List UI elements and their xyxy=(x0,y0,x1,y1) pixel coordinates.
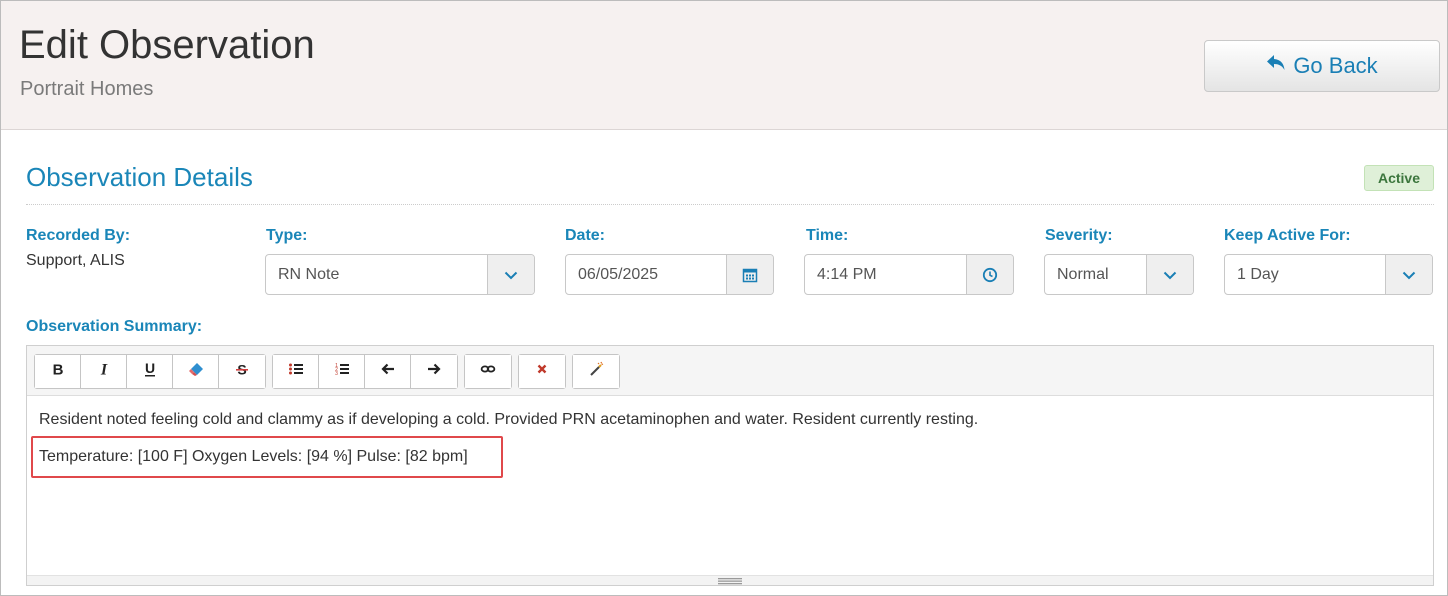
recorded-by-label: Recorded By: xyxy=(26,227,131,244)
editor-toolbar: B I U 1 2 3 xyxy=(27,346,1433,396)
link-icon xyxy=(480,361,496,382)
magic-wand-button[interactable] xyxy=(573,355,619,388)
chevron-down-icon[interactable] xyxy=(1385,255,1432,294)
svg-text:U: U xyxy=(144,361,154,376)
remove-button-group xyxy=(518,354,566,389)
chevron-down-icon[interactable] xyxy=(487,255,534,294)
status-badge: Active xyxy=(1364,165,1434,191)
section-title: Observation Details xyxy=(26,162,253,192)
remove-button[interactable] xyxy=(519,355,565,388)
eraser-icon xyxy=(188,361,204,382)
grip-icon xyxy=(718,572,742,590)
indent-icon xyxy=(426,361,442,382)
severity-select[interactable]: Normal xyxy=(1044,254,1194,295)
bold-button[interactable]: B xyxy=(35,355,81,388)
editor-resize-handle[interactable] xyxy=(27,575,1433,585)
summary-vitals-line: Temperature: [100 F] Oxygen Levels: [94 … xyxy=(39,448,468,465)
date-field-value: 06/05/2025 xyxy=(578,266,659,283)
time-field-value: 4:14 PM xyxy=(817,266,877,283)
indent-button[interactable] xyxy=(411,355,457,388)
bulleted-list-button[interactable] xyxy=(273,355,319,388)
italic-icon: I xyxy=(96,361,112,382)
svg-text:B: B xyxy=(52,362,63,378)
section-divider xyxy=(26,204,1434,205)
clock-icon[interactable] xyxy=(966,255,1013,294)
bold-icon: B xyxy=(50,361,66,382)
outdent-icon xyxy=(380,361,396,382)
date-field[interactable]: 06/05/2025 xyxy=(565,254,774,295)
list-button-group: 123 xyxy=(272,354,458,389)
svg-text:3: 3 xyxy=(335,371,338,377)
numbered-list-button[interactable]: 123 xyxy=(319,355,365,388)
link-button[interactable] xyxy=(465,355,511,388)
reply-arrow-icon xyxy=(1266,53,1286,79)
type-label: Type: xyxy=(266,227,308,244)
type-select-value: RN Note xyxy=(278,266,340,283)
observation-page: Edit Observation Portrait Homes Go Back … xyxy=(0,0,1448,596)
summary-text-line: Resident noted feeling cold and clammy a… xyxy=(39,411,979,428)
page-subtitle: Portrait Homes xyxy=(20,78,154,100)
page-header: Edit Observation Portrait Homes Go Back xyxy=(1,1,1447,130)
underline-icon: U xyxy=(142,360,158,382)
italic-button[interactable]: I xyxy=(81,355,127,388)
type-select[interactable]: RN Note xyxy=(265,254,535,295)
magic-wand-icon xyxy=(588,361,604,382)
numbered-list-icon: 123 xyxy=(334,361,350,382)
severity-select-value: Normal xyxy=(1057,266,1109,283)
time-label: Time: xyxy=(806,227,849,244)
keep-active-select-value: 1 Day xyxy=(1237,266,1279,283)
link-button-group xyxy=(464,354,512,389)
date-label: Date: xyxy=(565,227,606,244)
page-title: Edit Observation xyxy=(19,23,315,67)
underline-button[interactable]: U xyxy=(127,355,173,388)
clear-format-button[interactable] xyxy=(173,355,219,388)
format-button-group: B I U xyxy=(34,354,266,389)
time-field[interactable]: 4:14 PM xyxy=(804,254,1014,295)
keep-active-label: Keep Active For: xyxy=(1224,227,1351,244)
wand-button-group xyxy=(572,354,620,389)
summary-editor[interactable]: B I U 1 2 3 Resident noted feeling cold … xyxy=(26,345,1434,586)
outdent-button[interactable] xyxy=(365,355,411,388)
svg-text:I: I xyxy=(99,362,107,378)
severity-label: Severity: xyxy=(1045,227,1113,244)
go-back-label: Go Back xyxy=(1293,53,1378,78)
keep-active-select[interactable]: 1 Day xyxy=(1224,254,1433,295)
go-back-button[interactable]: Go Back xyxy=(1204,40,1440,92)
bulleted-list-icon xyxy=(288,361,304,382)
strikethrough-button[interactable]: S xyxy=(219,355,265,388)
recorded-by-value: Support, ALIS xyxy=(26,252,125,269)
calendar-icon[interactable] xyxy=(726,255,773,294)
summary-label: Observation Summary: xyxy=(26,318,203,335)
remove-icon xyxy=(534,361,550,382)
strikethrough-icon: S xyxy=(234,361,250,382)
chevron-down-icon[interactable] xyxy=(1146,255,1193,294)
